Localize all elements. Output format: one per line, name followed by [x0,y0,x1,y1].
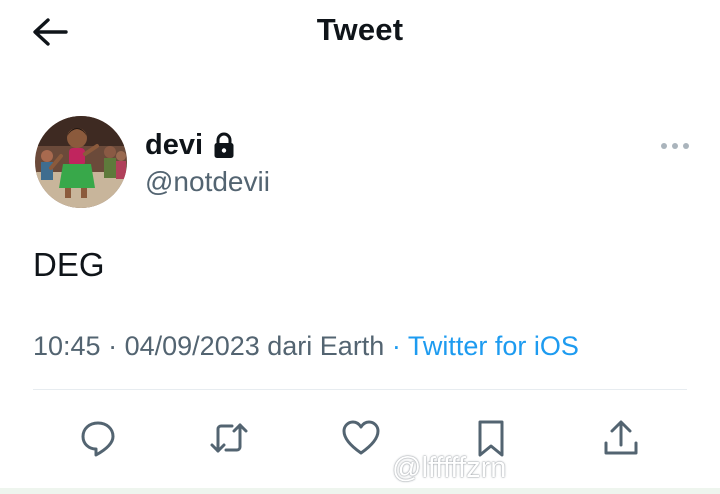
watermark-text: @lfffffzrn [392,452,507,484]
page-title: Tweet [316,12,404,47]
tweet-metadata: 10:45 · 04/09/2023 dari Earth · Twitter … [33,331,579,362]
share-icon [604,420,638,455]
author-name[interactable]: devi [145,129,235,162]
more-dots-icon [661,143,689,149]
tweet-location: dari Earth [267,331,385,361]
reply-button[interactable] [75,415,121,461]
bottom-edge [0,488,720,494]
avatar[interactable] [35,116,127,208]
tiktok-watermark: @lfffffzrn [360,452,506,485]
tweet-text: DEG [33,246,105,283]
retweet-button[interactable] [206,415,252,461]
more-options-button[interactable] [656,136,696,156]
tiktok-icon [362,456,383,480]
author-display-name: devi [145,129,204,161]
reply-icon [81,421,115,457]
tweet-source-link[interactable]: Twitter for iOS [408,331,579,361]
share-button[interactable] [598,415,644,461]
top-bar: Tweet [0,0,720,64]
divider [33,389,687,390]
retweet-icon [210,423,248,453]
meta-separator: · [108,331,118,361]
meta-separator-2: · [391,331,401,361]
tweet-date: 04/09/2023 [124,331,260,361]
lock-icon [214,132,234,158]
tweet-time: 10:45 [33,331,101,361]
author-handle[interactable]: @notdevii [145,166,270,198]
